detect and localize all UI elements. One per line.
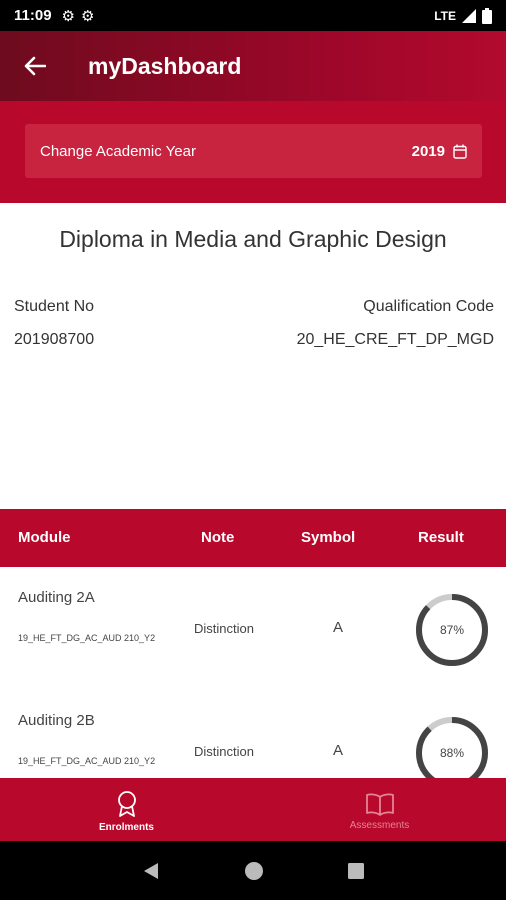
module-name: Auditing 2B: [18, 712, 95, 729]
bottom-nav: Enrolments Assessments: [0, 778, 506, 841]
nav-label-enrolments: Enrolments: [98, 822, 154, 833]
signal-icon: [462, 8, 476, 23]
home-circle-icon[interactable]: [244, 861, 264, 881]
arrow-back-icon: [24, 56, 46, 76]
calendar-icon: [453, 144, 467, 159]
header-module: Module: [18, 529, 71, 546]
results-table-header: Module Note Symbol Result: [0, 509, 506, 567]
student-no-label: Student No: [14, 298, 95, 315]
book-icon: [365, 793, 394, 816]
module-name: Auditing 2A: [18, 589, 95, 606]
network-label: LTE: [434, 8, 456, 23]
status-time: 11:09: [14, 7, 52, 24]
header-note: Note: [201, 529, 235, 546]
module-note: Distinction: [194, 621, 254, 636]
nav-tab-assessments[interactable]: Assessments: [253, 778, 506, 841]
recents-square-icon[interactable]: [347, 862, 365, 880]
table-row[interactable]: Auditing 2B 19_HE_FT_DG_AC_AUD 210_Y2 Di…: [0, 690, 506, 778]
module-symbol: A: [333, 619, 344, 636]
back-button[interactable]: [0, 56, 70, 76]
module-note: Distinction: [194, 744, 254, 759]
student-info: Student No Qualification Code 201908700 …: [14, 298, 494, 349]
gear-icon: ⚙: [61, 7, 75, 25]
page-title: myDashboard: [88, 52, 242, 79]
header-symbol: Symbol: [301, 529, 356, 546]
table-row[interactable]: Auditing 2A 19_HE_FT_DG_AC_AUD 210_Y2 Di…: [0, 567, 506, 690]
nav-tab-enrolments[interactable]: Enrolments: [0, 778, 253, 841]
change-year-label: Change Academic Year: [40, 142, 196, 160]
qualification-code-label: Qualification Code: [363, 298, 494, 315]
nav-label-assessments: Assessments: [349, 820, 410, 831]
results-list[interactable]: Auditing 2A 19_HE_FT_DG_AC_AUD 210_Y2 Di…: [0, 567, 506, 778]
module-symbol: A: [333, 742, 344, 759]
back-triangle-icon[interactable]: [141, 861, 161, 881]
qualification-code-value: 20_HE_CRE_FT_DP_MGD: [296, 331, 494, 348]
app-bar: myDashboard: [0, 31, 506, 101]
battery-icon: [482, 7, 492, 24]
result-percent: 87%: [439, 623, 465, 637]
selected-year: 2019: [411, 142, 445, 160]
gear-icon: ⚙: [81, 7, 95, 25]
year-band: Change Academic Year 2019: [0, 101, 506, 203]
award-icon: [117, 791, 136, 817]
qualification-title: Diploma in Media and Graphic Design: [59, 226, 447, 252]
header-result: Result: [418, 529, 464, 546]
module-code: 19_HE_FT_DG_AC_AUD 210_Y2: [18, 756, 156, 766]
status-right: LTE: [434, 7, 492, 24]
student-no-value: 201908700: [14, 331, 95, 348]
status-bar: 11:09 ⚙ ⚙ LTE: [0, 0, 506, 31]
module-code: 19_HE_FT_DG_AC_AUD 210_Y2: [18, 633, 156, 643]
system-nav-bar: [0, 841, 506, 900]
result-percent: 88%: [439, 746, 465, 760]
change-year-button[interactable]: Change Academic Year 2019: [25, 124, 482, 178]
